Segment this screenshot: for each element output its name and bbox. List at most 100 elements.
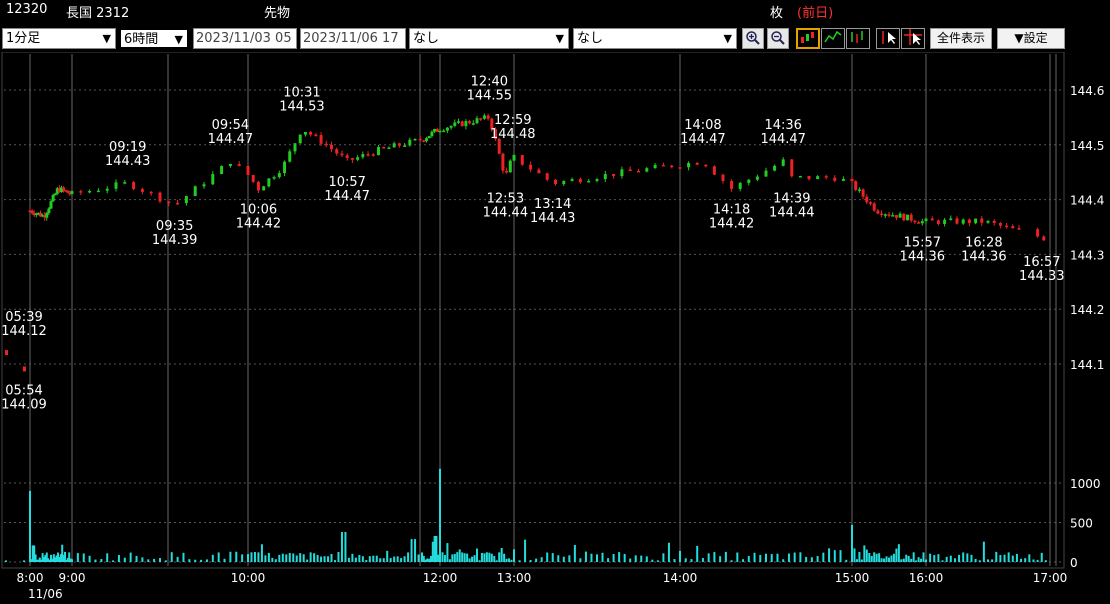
volume-bar (309, 552, 312, 562)
volume-bar (129, 552, 132, 562)
volume-bar (793, 552, 796, 562)
zoom-in-button[interactable] (742, 28, 764, 49)
volume-bar (912, 552, 915, 562)
span-select[interactable]: 6時間 ▼ (119, 28, 189, 49)
annotation-time: 14:36 (764, 118, 801, 133)
cursor-tool-button[interactable] (876, 28, 900, 49)
indicator-2-value: なし (577, 31, 604, 46)
candle (324, 143, 328, 146)
candle (475, 118, 479, 124)
volume-bar (453, 554, 456, 562)
volume-bar (905, 554, 908, 562)
title-bar: 12320 長国 2312 先物 枚 (前日) (0, 0, 1110, 24)
candlestick-chart-button[interactable] (796, 28, 820, 49)
instrument-name: 長国 2312 (66, 6, 130, 21)
candle (413, 138, 417, 141)
candle (486, 115, 490, 119)
candle (371, 154, 375, 156)
volume-bar (29, 490, 31, 562)
candle (678, 167, 682, 169)
annotation-price: 144.48 (490, 127, 536, 142)
bar-chart-button[interactable] (846, 28, 870, 49)
unit-label: 枚 (770, 6, 784, 21)
candle (512, 155, 516, 161)
indicator-select-2[interactable]: なし ▼ (573, 28, 737, 49)
volume-bar (618, 552, 621, 562)
candle (562, 181, 566, 184)
candle (430, 131, 434, 137)
volume-bar (765, 553, 767, 562)
volume-bar (71, 559, 73, 562)
candle (807, 175, 811, 180)
from-date-field[interactable]: 2023/11/03 05 (193, 28, 297, 49)
volume-bar (176, 556, 179, 562)
volume-bar (684, 558, 687, 562)
candle (330, 144, 334, 150)
annotation-time: 16:28 (965, 236, 1002, 251)
crosshair-tool-button[interactable] (901, 28, 925, 49)
candle (482, 115, 486, 119)
volume-bar (860, 559, 863, 562)
volume-bar (991, 559, 994, 562)
volume-bar (448, 559, 451, 562)
volume-bar (579, 558, 582, 562)
annotation-price: 144.39 (152, 233, 198, 248)
volume-bar (365, 560, 368, 562)
candle (824, 176, 828, 178)
candle (453, 122, 457, 126)
candle (408, 139, 412, 146)
volume-bar (106, 553, 109, 562)
chevron-down-icon: ▼ (723, 32, 732, 45)
annotation-price: 144.47 (680, 132, 726, 147)
volume-bar (400, 558, 403, 562)
price-tick-label: 144.4 (1070, 194, 1104, 208)
volume-bar (330, 554, 333, 562)
candle (309, 131, 313, 135)
volume-bar (23, 560, 25, 562)
to-date-field[interactable]: 2023/11/06 17 (300, 28, 406, 49)
volume-bar (274, 559, 277, 562)
annotation-time: 12:40 (471, 74, 508, 89)
candle (350, 158, 354, 160)
zoom-out-icon (771, 31, 785, 45)
line-chart-button[interactable] (821, 28, 845, 49)
volume-bar (1007, 552, 1010, 562)
volume-bar (285, 554, 288, 562)
candle (917, 222, 921, 224)
volume-bar (327, 556, 330, 562)
candle (314, 134, 318, 137)
candle (246, 165, 250, 175)
volume-bar (241, 554, 244, 562)
indicator-select-1[interactable]: なし ▼ (409, 28, 569, 49)
show-all-button[interactable]: 全件表示 (930, 28, 992, 49)
volume-bar (393, 556, 396, 562)
volume-bar (518, 560, 521, 562)
volume-bar (551, 553, 554, 562)
candle (869, 202, 872, 204)
volume-bar (323, 556, 326, 562)
volume-bar (503, 553, 506, 562)
interval-select[interactable]: 1分足 ▼ (2, 28, 116, 49)
annotation-time: 09:54 (212, 118, 249, 133)
candlestick-icon (801, 32, 814, 43)
zoom-out-button[interactable] (767, 28, 789, 49)
candle (894, 215, 898, 218)
candle (62, 187, 66, 191)
annotation-time: 10:06 (240, 203, 277, 218)
volume-bar (313, 553, 316, 562)
candle (1036, 229, 1040, 237)
candle (382, 147, 386, 149)
volume-bar (730, 560, 733, 562)
settings-button[interactable]: ▼設定 (997, 28, 1065, 49)
interval-value: 1分足 (6, 31, 41, 46)
price-volume-chart[interactable]: 05:39144.1205:54144.0909:19144.4309:3514… (0, 52, 1110, 604)
candle (167, 201, 171, 203)
volume-bar (306, 559, 309, 562)
axis-layer: 144.1 144.2 144.3 144.4 144.5 144.6 0 500 1000 8:… (17, 84, 1105, 601)
volume-bar (368, 556, 371, 562)
candle (70, 191, 74, 194)
volume-bar (76, 553, 79, 562)
volume-bar (855, 559, 858, 562)
volume-bar (260, 544, 263, 562)
volume-bar (316, 555, 319, 562)
